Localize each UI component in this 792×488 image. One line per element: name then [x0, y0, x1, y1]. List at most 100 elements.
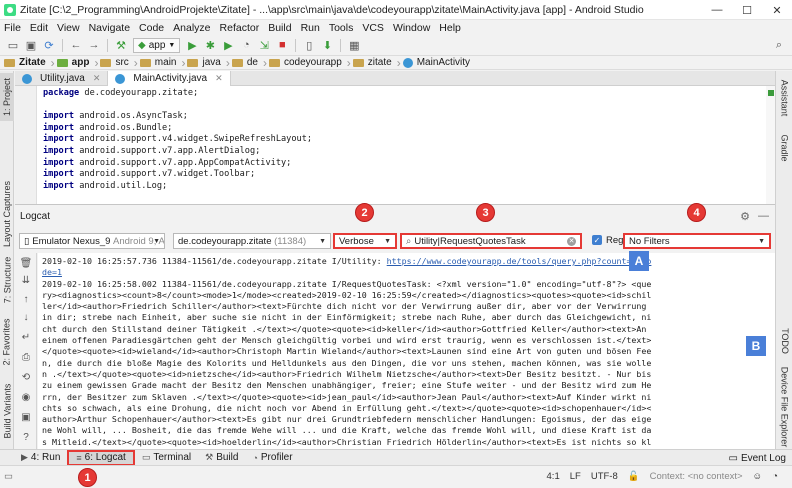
print-icon[interactable]: ⎙	[20, 351, 32, 363]
stop-icon[interactable]: ■	[273, 37, 291, 53]
event-log-button[interactable]: ▭ Event Log	[729, 450, 787, 466]
menu-window[interactable]: Window	[389, 22, 435, 34]
close-button[interactable]: ✕	[762, 0, 792, 20]
breadcrumb-item[interactable]: de	[228, 55, 267, 70]
gear-icon[interactable]: ⚙	[740, 210, 750, 223]
screenshot-icon[interactable]: ◉	[20, 391, 32, 403]
inspector-icon[interactable]: ☺	[753, 471, 763, 482]
chevron-down-icon: ▼	[168, 41, 176, 49]
breadcrumb-item[interactable]: java	[183, 55, 230, 70]
folder-icon	[139, 58, 151, 67]
tab-build-variants[interactable]: Build Variants	[0, 383, 14, 439]
breadcrumb-item[interactable]: codeyourapp	[265, 55, 351, 70]
breadcrumb-item[interactable]: src	[96, 55, 138, 70]
tab-utility-java[interactable]: Utility.java ✕	[15, 71, 109, 86]
code-text: package de.codeyourapp.zitate; import an…	[43, 88, 312, 192]
filter-config-select[interactable]: No Filters ▼	[623, 233, 771, 249]
breadcrumb-item[interactable]: app	[53, 55, 98, 70]
help-icon[interactable]: ?	[20, 431, 32, 443]
callout-b: B	[746, 336, 766, 356]
sdk-manager-icon[interactable]: ⬇	[318, 37, 336, 53]
tab-run[interactable]: ▶ 4: Run	[14, 450, 67, 466]
class-icon	[402, 57, 413, 68]
run-icon[interactable]: ▶	[183, 37, 201, 53]
tab-profiler[interactable]: ◔ Profiler	[245, 450, 299, 466]
open-folder-icon[interactable]: ▭	[4, 37, 22, 53]
code-line: package de.codeyourapp.zitate;	[43, 88, 199, 98]
status-toggle-icon[interactable]: ▭	[4, 471, 13, 482]
code-editor[interactable]: package de.codeyourapp.zitate; import an…	[15, 86, 775, 204]
breadcrumb-item[interactable]: MainActivity	[399, 55, 477, 70]
breadcrumb-item[interactable]: zitate	[349, 55, 401, 70]
tab-structure[interactable]: 7: Structure	[0, 257, 14, 304]
minimize-panel-icon[interactable]: —	[758, 210, 769, 223]
tab-mainactivity-java[interactable]: MainActivity.java ✕	[108, 71, 231, 86]
log-level-select[interactable]: Verbose ▼	[333, 233, 397, 249]
debug-icon[interactable]: ✱	[201, 37, 219, 53]
save-all-icon[interactable]: ▣	[22, 37, 40, 53]
tab-assistant[interactable]: Assistant	[776, 75, 792, 121]
tab-terminal[interactable]: ▭ Terminal	[135, 450, 198, 466]
menu-vcs[interactable]: VCS	[358, 22, 389, 34]
screen-record-icon[interactable]: ▣	[20, 411, 32, 423]
caret-position[interactable]: 4:1	[547, 471, 560, 482]
close-icon[interactable]: ✕	[93, 73, 101, 84]
tab-project[interactable]: 1: Project	[0, 73, 14, 121]
tab-favorites[interactable]: 2: Favorites	[0, 318, 14, 365]
clear-logcat-icon[interactable]: 🗑	[20, 257, 33, 269]
menu-view[interactable]: View	[53, 22, 85, 34]
up-stack-icon[interactable]: ↑	[20, 293, 32, 305]
menu-tools[interactable]: Tools	[325, 22, 359, 34]
clear-search-icon[interactable]: ✕	[567, 236, 576, 246]
menu-file[interactable]: File	[0, 22, 26, 34]
attach-debugger-icon[interactable]: ⇲	[255, 37, 273, 53]
tab-device-file-explorer[interactable]: Device File Explorer	[776, 367, 792, 448]
profile-icon[interactable]: ◔	[237, 37, 255, 53]
soft-wraps-icon[interactable]: ↵	[20, 331, 32, 343]
menu-build[interactable]: Build	[264, 22, 296, 34]
menu-edit[interactable]: Edit	[26, 22, 53, 34]
device-select[interactable]: ▯ Emulator Nexus_9 Android 9, AP ▼	[19, 233, 165, 249]
lock-icon[interactable]: 🔓	[628, 471, 640, 482]
menu-refactor[interactable]: Refactor	[216, 22, 265, 34]
make-project-icon[interactable]: ⚒	[112, 37, 130, 53]
menu-code[interactable]: Code	[135, 22, 169, 34]
editor-scrollbar[interactable]	[766, 86, 775, 204]
breadcrumb-item[interactable]: Zitate	[0, 55, 54, 70]
right-tool-stripe: Assistant Gradle TODO Device File Explor…	[775, 71, 792, 449]
forward-icon[interactable]: →	[85, 37, 103, 53]
avd-manager-icon[interactable]: ▯	[300, 37, 318, 53]
folder-icon	[231, 58, 243, 67]
menu-run[interactable]: Run	[297, 22, 325, 34]
scroll-to-end-icon[interactable]: ⇊	[20, 274, 32, 286]
sync-icon[interactable]: ⟳	[40, 37, 58, 53]
project-structure-icon[interactable]: ▦	[345, 37, 363, 53]
restart-icon[interactable]: ⟲	[20, 371, 32, 383]
tab-logcat[interactable]: ≡ 6: Logcat	[67, 449, 135, 466]
logcat-output[interactable]: 2019-02-10 16:25:57.736 11384-11561/de.c…	[38, 253, 775, 450]
tab-layout-captures[interactable]: Layout Captures	[0, 179, 14, 249]
code-line: import android.os.Bundle;	[43, 122, 173, 133]
regex-checkbox[interactable]: ✓	[592, 235, 602, 245]
tab-build[interactable]: ⚒ Build	[198, 450, 245, 466]
line-separator[interactable]: LF	[570, 471, 581, 482]
android-icon: ◆	[138, 39, 146, 51]
maximize-button[interactable]: ☐	[732, 0, 762, 20]
back-icon[interactable]: ←	[67, 37, 85, 53]
menu-analyze[interactable]: Analyze	[169, 22, 215, 34]
breadcrumb-item[interactable]: main	[136, 55, 185, 70]
tab-gradle[interactable]: Gradle	[776, 131, 792, 165]
logcat-search-input[interactable]: ⌕ Utility|RequestQuotesTask ✕	[400, 233, 582, 249]
search-everywhere-icon[interactable]: ⌕	[770, 37, 788, 53]
minimize-button[interactable]: —	[702, 0, 732, 20]
file-encoding[interactable]: UTF-8	[591, 471, 618, 482]
tab-todo[interactable]: TODO	[776, 327, 792, 355]
menu-help[interactable]: Help	[435, 22, 466, 34]
run-config-select[interactable]: ◆ app ▼	[133, 37, 181, 53]
close-icon[interactable]: ✕	[215, 73, 223, 84]
event-icon[interactable]: ◔	[772, 471, 778, 482]
coverage-icon[interactable]: ▶	[219, 37, 237, 53]
process-select[interactable]: de.codeyourapp.zitate (11384) ▼	[173, 233, 331, 249]
menu-navigate[interactable]: Navigate	[85, 22, 135, 34]
down-stack-icon[interactable]: ↓	[20, 311, 32, 323]
